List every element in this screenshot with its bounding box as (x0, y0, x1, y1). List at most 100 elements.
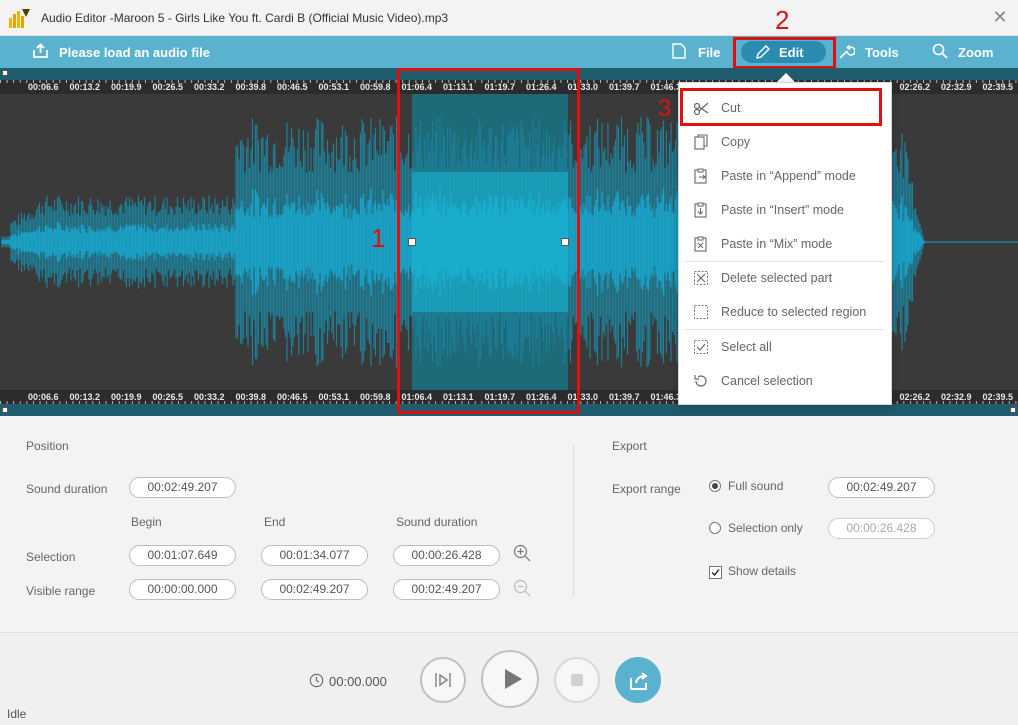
waveform-top-band (0, 68, 1018, 80)
selection-begin-field[interactable]: 00:01:07.649 (129, 545, 236, 566)
menu-item-paste-mix[interactable]: Paste in “Mix” mode (685, 229, 885, 259)
menu-separator (685, 329, 885, 330)
stop-icon (571, 674, 583, 686)
ruler-tick-label: 01:13.1 (443, 82, 474, 92)
ruler-tick-label: 00:26.5 (152, 392, 184, 402)
delete-selection-icon (694, 271, 708, 285)
tools-menu-label: Tools (865, 45, 899, 60)
play-selection-button[interactable] (420, 657, 466, 703)
ruler-tick-label: 01:33.0 (567, 82, 599, 92)
paste-append-icon (694, 168, 707, 184)
window-title: Audio Editor -Maroon 5 - Girls Like You … (41, 11, 449, 25)
selection-duration-field[interactable]: 00:00:26.428 (393, 545, 500, 566)
export-selection-field[interactable]: 00:00:26.428 (828, 518, 935, 539)
search-icon (932, 43, 948, 59)
ruler-tick-label: 00:53.1 (318, 392, 350, 402)
visible-begin-field[interactable]: 00:00:00.000 (129, 579, 236, 600)
menu-separator (685, 261, 885, 262)
menu-item-label: Paste in “Append” mode (721, 169, 856, 183)
menu-item-delete-selected[interactable]: Delete selected part (685, 263, 885, 293)
pencil-icon (756, 45, 770, 59)
playback-time: 00:00.000 (329, 674, 387, 689)
menu-item-select-all[interactable]: Select all (685, 332, 885, 362)
menu-item-label: Cut (721, 101, 741, 115)
ruler-tick-label: 00:46.5 (277, 392, 308, 402)
menu-item-label: Paste in “Mix” mode (721, 237, 833, 251)
ruler-tick-label: 00:53.1 (318, 82, 350, 92)
ruler-tick-label: 02:32.9 (941, 392, 972, 402)
menu-item-reduce-region[interactable]: Reduce to selected region (685, 297, 885, 327)
ruler-tick-label: 01:06.4 (401, 392, 433, 402)
menu-item-cut[interactable]: Cut (685, 93, 885, 123)
annotation-number-2: 2 (775, 5, 790, 35)
selection-overlay (412, 172, 568, 312)
waveform-bottom-band (0, 404, 1018, 416)
menu-item-paste-insert[interactable]: Paste in “Insert” mode (685, 195, 885, 225)
zoom-menu[interactable]: Zoom (932, 41, 1002, 63)
ruler-tick-label: 01:33.0 (567, 392, 599, 402)
stop-button[interactable] (554, 657, 600, 703)
file-menu[interactable]: File (672, 41, 724, 63)
visible-range-label: Visible range (26, 584, 96, 598)
play-button[interactable] (481, 650, 539, 708)
menu-item-cancel-selection[interactable]: Cancel selection (685, 366, 885, 396)
play-selection-icon (435, 673, 451, 687)
selection-only-radio[interactable] (709, 522, 721, 534)
ruler-tick-label: 01:13.1 (443, 392, 474, 402)
export-button[interactable] (615, 657, 661, 703)
menu-item-label: Reduce to selected region (721, 305, 867, 319)
zoom-in-icon[interactable] (513, 544, 531, 562)
show-details-checkbox[interactable] (709, 566, 722, 579)
edit-menu[interactable]: Edit (741, 41, 826, 63)
sound-duration-field[interactable]: 00:02:49.207 (129, 477, 236, 498)
play-icon (505, 669, 522, 689)
ruler-tick-label: 01:39.7 (609, 392, 640, 402)
ruler-tick-label: 00:06.6 (28, 392, 59, 402)
ruler-tick-label: 00:13.2 (69, 392, 101, 402)
corner-handle-tl (2, 70, 8, 76)
annotation-number-1: 1 (371, 223, 386, 253)
tools-menu[interactable]: Tools (838, 41, 904, 63)
load-audio-label: Please load an audio file (59, 45, 210, 60)
ruler-tick-label: 02:39.5 (982, 82, 1014, 92)
visible-duration-field[interactable]: 00:02:49.207 (393, 579, 500, 600)
selection-end-field[interactable]: 00:01:34.077 (261, 545, 368, 566)
ruler-tick-label: 01:26.4 (526, 392, 557, 402)
file-menu-label: File (698, 45, 721, 60)
ruler-tick-label: 01:39.7 (609, 82, 640, 92)
close-icon[interactable]: ✕ (990, 7, 1010, 27)
ruler-tick-label: 00:19.9 (111, 392, 142, 402)
visible-end-field[interactable]: 00:02:49.207 (261, 579, 368, 600)
selection-right-handle[interactable] (561, 238, 569, 246)
export-range-label: Export range (612, 482, 681, 496)
copy-icon (694, 134, 708, 150)
main-toolbar: Please load an audio file File Tools Zoo… (0, 36, 1018, 68)
export-heading: Export (612, 439, 647, 453)
menu-item-paste-append[interactable]: Paste in “Append” mode (685, 161, 885, 191)
selection-left-handle[interactable] (408, 238, 416, 246)
file-icon (672, 43, 686, 59)
ruler-tick-label: 00:33.2 (194, 392, 225, 402)
position-heading: Position (26, 439, 69, 453)
wrench-icon (839, 44, 855, 59)
annotation-number-3: 3 (658, 95, 672, 122)
share-icon (630, 672, 648, 690)
panel-divider (573, 445, 574, 597)
ruler-tick-label: 00:06.6 (28, 82, 59, 92)
app-logo-icon (9, 9, 30, 28)
ruler-tick-label: 01:26.4 (526, 82, 557, 92)
zoom-menu-label: Zoom (958, 45, 994, 60)
menu-item-copy[interactable]: Copy (685, 127, 885, 157)
menu-item-label: Select all (721, 340, 772, 354)
ruler-tick-label: 00:59.8 (360, 392, 391, 402)
ruler-tick-label: 00:46.5 (277, 82, 308, 92)
ruler-tick-label: 02:39.5 (982, 392, 1014, 402)
full-sound-label: Full sound (728, 479, 784, 493)
begin-column-header: Begin (131, 515, 162, 529)
menu-item-label: Paste in “Insert” mode (721, 203, 844, 217)
full-sound-radio[interactable] (709, 480, 721, 492)
menu-pointer (777, 73, 795, 82)
status-text: Idle (7, 707, 27, 721)
export-full-field[interactable]: 00:02:49.207 (828, 477, 935, 498)
select-all-icon (694, 340, 708, 354)
